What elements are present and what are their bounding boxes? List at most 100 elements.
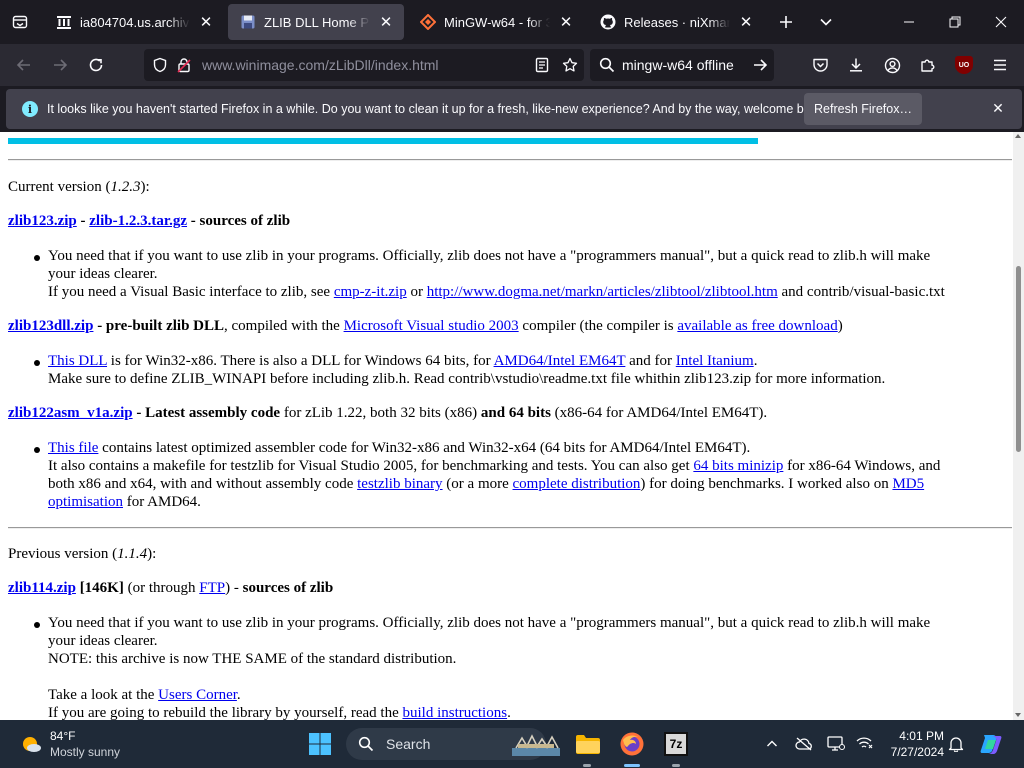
network-tray-button[interactable]	[852, 732, 876, 756]
amd64-link[interactable]: AMD64/Intel EM64T	[494, 353, 626, 369]
free-download-link[interactable]: available as free download	[677, 318, 837, 334]
zlib-tar-gz-link[interactable]: zlib-1.2.3.tar.gz	[89, 213, 187, 229]
taskbar-search[interactable]: Search	[346, 728, 560, 760]
onedrive-tray-button[interactable]	[792, 732, 816, 756]
download-icon	[850, 58, 862, 72]
forward-button[interactable]	[44, 49, 76, 81]
zlib123dll-zip-link[interactable]: zlib123dll.zip	[8, 318, 93, 334]
complete-distribution-link[interactable]: complete distribution	[513, 476, 641, 492]
close-tab-icon[interactable]: ✕	[554, 10, 578, 34]
downloads-button[interactable]	[840, 49, 872, 81]
floppy-favicon-icon	[240, 14, 256, 30]
tab-github[interactable]: Releases · niXman/mingw ✕	[588, 4, 764, 40]
search-placeholder: Search	[386, 736, 431, 752]
firefox-view-button[interactable]	[4, 6, 36, 38]
search-input[interactable]: mingw-w64 offline	[622, 57, 746, 73]
tab-zlib[interactable]: ZLIB DLL Home Page ✕	[228, 4, 404, 40]
tab-title: Releases · niXman/mingw	[624, 14, 730, 30]
reader-view-button[interactable]	[528, 51, 556, 79]
text: ) for doing benchmarks. I worked also on	[640, 476, 893, 492]
back-button[interactable]	[8, 49, 40, 81]
msvs-2003-link[interactable]: Microsoft Visual studio 2003	[344, 318, 519, 334]
bookmark-star-button[interactable]	[556, 51, 584, 79]
display-tray-button[interactable]	[824, 732, 848, 756]
7zip-taskbar-button[interactable]: 7z	[658, 726, 694, 762]
close-tab-icon[interactable]: ✕	[734, 10, 758, 34]
previous-version-heading: Previous version (1.1.4):	[8, 546, 156, 563]
zlib122asm-bullet-line3: both x86 and x64, with and without assem…	[48, 476, 924, 493]
search-icon	[352, 736, 380, 752]
insecure-lock-icon[interactable]	[172, 53, 196, 77]
url-text[interactable]: www.winimage.com/zLibDll/index.html	[202, 57, 528, 73]
scroll-up-arrow-icon[interactable]	[1015, 134, 1021, 138]
firefox-view-icon	[12, 15, 28, 29]
search-bar[interactable]: mingw-w64 offline	[590, 49, 774, 81]
ftp-link[interactable]: FTP	[199, 580, 225, 596]
text: (x86-64 for AMD64/Intel EM64T).	[550, 405, 768, 421]
minimize-button[interactable]	[886, 0, 932, 44]
search-highlight-image-icon	[512, 734, 560, 756]
zlib114-zip-link[interactable]: zlib114.zip	[8, 580, 76, 596]
notifications-button[interactable]	[944, 732, 968, 756]
url-domain: www.winimage.com	[202, 57, 325, 73]
tab-mingw[interactable]: MinGW-w64 - for 32 and 64 ✕	[408, 4, 584, 40]
zlib114-description: sources of zlib	[242, 580, 334, 596]
search-go-button[interactable]	[746, 57, 774, 73]
page-scrollbar[interactable]	[1013, 132, 1024, 720]
build-instructions-link[interactable]: build instructions	[402, 705, 507, 720]
this-dll-link[interactable]: This DLL	[48, 353, 107, 369]
heading-text: ):	[147, 546, 157, 562]
zlib123-bullet-line1: You need that if you want to use zlib in…	[48, 248, 931, 264]
zlib122asm-zip-link[interactable]: zlib122asm_v1a.zip	[8, 405, 133, 421]
ublock-origin-button[interactable]: UO	[948, 49, 980, 81]
extensions-button[interactable]	[912, 49, 944, 81]
chevron-up-icon	[767, 740, 777, 747]
text: If you are going to rebuild the library …	[48, 705, 403, 720]
close-tab-icon[interactable]: ✕	[374, 10, 398, 34]
current-version-heading: Current version (1.2.3):	[8, 179, 150, 196]
list-all-tabs-button[interactable]	[810, 6, 842, 38]
weather-widget[interactable]: 84°F Mostly sunny	[16, 728, 176, 762]
copilot-button[interactable]	[978, 732, 1006, 756]
intel-itanium-link[interactable]: Intel Itanium	[676, 353, 754, 369]
separator: -	[76, 213, 90, 229]
address-bar[interactable]: www.winimage.com/zLibDll/index.html	[144, 49, 584, 81]
show-hidden-icons-button[interactable]	[760, 732, 784, 756]
md5-optimisation-link[interactable]: optimisation	[48, 494, 123, 510]
bullet	[34, 622, 40, 628]
minizip-64-link[interactable]: 64 bits minizip	[693, 458, 783, 474]
account-button[interactable]	[876, 49, 908, 81]
this-file-link[interactable]: This file	[48, 440, 98, 456]
close-window-button[interactable]	[978, 0, 1024, 44]
close-notification-icon[interactable]: ✕	[986, 97, 1010, 121]
testzlib-binary-link[interactable]: testzlib binary	[357, 476, 442, 492]
pocket-button[interactable]	[804, 49, 836, 81]
tab-archive[interactable]: ia804704.us.archive.org ✕	[44, 4, 224, 40]
app-menu-button[interactable]	[984, 49, 1016, 81]
running-indicator	[583, 764, 591, 767]
start-button[interactable]	[302, 726, 338, 762]
md5-link[interactable]: MD5	[892, 476, 924, 492]
text: ) -	[225, 580, 243, 596]
zlib123dll-bullet-line1: This DLL is for Win32-x86. There is also…	[48, 353, 757, 370]
star-icon	[562, 57, 578, 72]
text: for AMD64.	[123, 494, 201, 510]
scroll-down-arrow-icon[interactable]	[1015, 713, 1021, 717]
scrollbar-thumb[interactable]	[1016, 266, 1021, 452]
reload-button[interactable]	[80, 49, 112, 81]
restore-button[interactable]	[932, 0, 978, 44]
file-explorer-button[interactable]	[570, 726, 606, 762]
bullet	[34, 447, 40, 453]
users-corner-link[interactable]: Users Corner	[158, 687, 237, 703]
tracking-protection-shield-icon[interactable]	[148, 53, 172, 77]
firefox-taskbar-button[interactable]	[614, 726, 650, 762]
close-tab-icon[interactable]: ✕	[194, 10, 218, 34]
cmp-z-it-link[interactable]: cmp-z-it.zip	[334, 284, 407, 300]
refresh-firefox-button[interactable]: Refresh Firefox…	[804, 93, 922, 125]
new-tab-button[interactable]	[770, 6, 802, 38]
dogma-zlibtool-link[interactable]: http://www.dogma.net/markn/articles/zlib…	[427, 284, 778, 300]
zlib123-zip-link[interactable]: zlib123.zip	[8, 213, 77, 229]
system-clock[interactable]: 4:01 PM 7/27/2024	[880, 728, 944, 760]
zlib122asm-bullet-line1: This file contains latest optimized asse…	[48, 440, 750, 457]
heading-text: ):	[140, 179, 150, 195]
